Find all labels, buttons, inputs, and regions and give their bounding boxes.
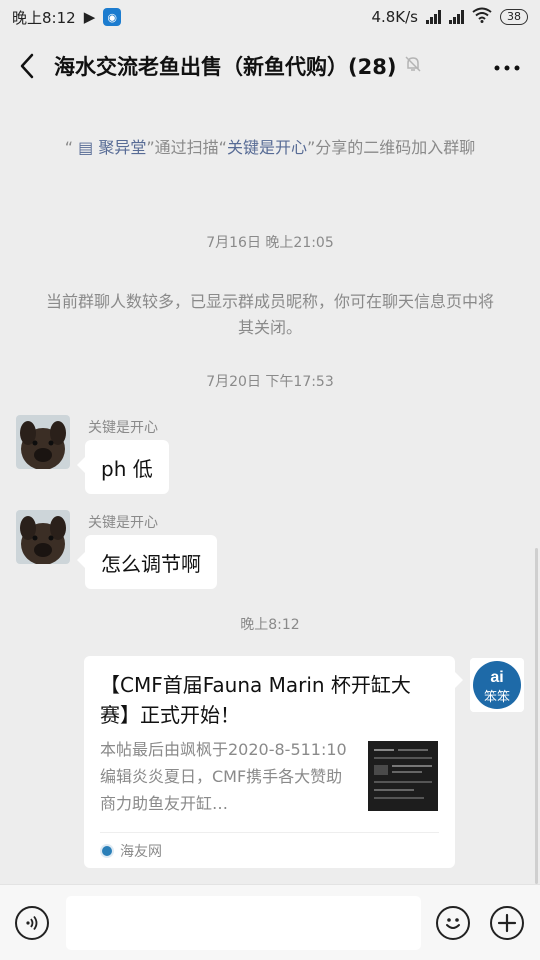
my-avatar[interactable]: ai 笨笨 [470,658,524,712]
system-note-nickname: 当前群聊人数较多，已显示群成员昵称，你可在聊天信息页中将其关闭。 [45,292,494,337]
timestamp: 7月20日 下午17:53 [206,374,334,390]
chat-header: 海水交流老鱼出售（新鱼代购）(28) [0,34,540,98]
join-mid: ”通过扫描“ [146,138,227,157]
emoji-icon [446,918,460,929]
message-input[interactable] [66,896,421,950]
status-bar: 晚上8:12 ▶ ◉ 4.8K/s 38 [0,0,540,34]
back-button[interactable] [0,34,54,98]
link-card-description: 本帖最后由飒枫于2020-8-511:10编辑炎炎夏日，CMF携手各大赞助商力助… [100,740,347,813]
link-card-title: 【CMF首届Fauna Marin 杯开缸大赛】正式开始！ [100,673,411,727]
voice-button[interactable] [15,906,49,940]
play-icon: ▶ [83,8,96,26]
timestamp: 7月16日 晚上21:05 [206,235,334,251]
signal-icon [426,10,441,24]
input-bar [0,884,540,960]
svg-text:ai: ai [490,669,503,686]
app-notification-icon: ◉ [103,8,122,26]
plus-button[interactable] [490,906,524,940]
emoji-button[interactable] [436,906,470,940]
svg-text:笨笨: 笨笨 [484,689,510,704]
signal-icon-2 [449,10,464,24]
scrollbar[interactable] [535,548,538,884]
plus-icon [497,913,517,933]
link-card[interactable]: 【CMF首届Fauna Marin 杯开缸大赛】正式开始！ 本帖最后由飒枫于20… [84,656,463,869]
status-left: 晚上8:12 ▶ ◉ [12,7,122,28]
avatar[interactable] [16,415,70,469]
member-icon: ▤ [78,138,99,157]
link-card-thumbnail [368,741,438,811]
status-time: 晚上8:12 [12,8,76,27]
back-arrow-icon [20,53,34,79]
source-logo-icon [100,844,114,858]
mute-bell-icon [404,55,422,77]
chat-area[interactable]: “ ▤ 聚异堂”通过扫描“关键是开心”分享的二维码加入群聊 7月16日 晚上21… [0,98,540,884]
voice-icon [26,915,38,931]
network-speed: 4.8K/s [371,8,418,26]
join-suffix: ”分享的二维码加入群聊 [306,138,476,157]
more-icon [494,65,520,71]
timestamp: 晚上8:12 [240,617,300,633]
chat-title[interactable]: 海水交流老鱼出售（新鱼代购）(28) [54,51,396,81]
message-bubble[interactable]: ph 低 [77,440,169,494]
member-name-link[interactable]: 聚异堂 [98,138,146,157]
message-bubble[interactable]: 怎么调节啊 [77,535,217,589]
system-note-join: “ ▤ 聚异堂”通过扫描“关键是开心”分享的二维码加入群聊 [40,135,500,161]
status-right: 4.8K/s 38 [371,7,528,27]
wifi-icon [472,7,492,27]
battery-indicator: 38 [500,9,528,25]
sender-name: 关键是开心 [88,515,158,531]
sender-name: 关键是开心 [88,420,158,436]
more-button[interactable] [494,52,520,77]
avatar[interactable] [16,510,70,564]
join-prefix: “ [64,138,79,157]
link-card-source: 海友网 [120,844,162,860]
inviter-name-link[interactable]: 关键是开心 [227,138,307,157]
link-card-footer: 海友网 [100,832,439,869]
